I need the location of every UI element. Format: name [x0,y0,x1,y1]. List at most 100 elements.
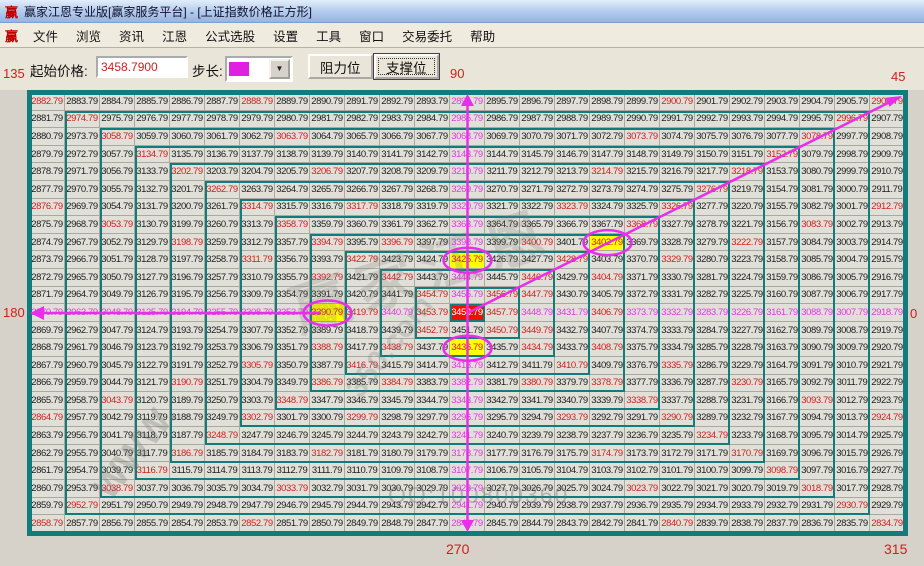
price-cell[interactable]: 3112.79 [275,462,310,481]
price-cell[interactable]: 3348.79 [275,392,310,410]
price-cell[interactable]: 2932.79 [765,497,800,516]
price-cell[interactable]: 3082.79 [800,198,835,217]
price-cell[interactable]: 3210.79 [450,163,485,181]
price-cell[interactable]: 2928.79 [870,480,905,498]
price-cell[interactable]: 3200.79 [170,198,205,217]
price-cell[interactable]: 2858.79 [30,515,65,533]
price-cell[interactable]: 3221.79 [730,216,765,234]
price-cell[interactable]: 3365.79 [520,216,555,234]
price-cell[interactable]: 3396.79 [380,233,415,252]
price-cell[interactable]: 3216.79 [660,163,695,181]
price-cell[interactable]: 3415.79 [380,356,415,375]
price-cell[interactable]: 2886.79 [170,93,205,111]
price-cell[interactable]: 3162.79 [765,321,800,340]
price-cell[interactable]: 3132.79 [135,180,170,199]
price-cell[interactable]: 3161.79 [765,304,800,322]
price-cell[interactable]: 3361.79 [380,216,415,234]
price-cell[interactable]: 3304.79 [240,374,275,393]
price-cell[interactable]: 3145.79 [520,145,555,164]
price-cell[interactable]: 3151.79 [730,145,765,164]
price-cell[interactable]: 2976.79 [135,110,170,129]
price-cell[interactable]: 3011.79 [835,374,870,393]
price-cell[interactable]: 3340.79 [555,392,590,410]
price-cell[interactable]: 3237.79 [590,427,625,445]
price-cell[interactable]: 3327.79 [660,216,695,234]
price-cell[interactable]: 2901.79 [695,93,730,111]
price-cell[interactable]: 2931.79 [800,497,835,516]
price-cell[interactable]: 3409.79 [590,356,625,375]
price-cell[interactable]: 2970.79 [65,180,100,199]
price-cell[interactable]: 2964.79 [65,286,100,305]
price-cell[interactable]: 3215.79 [625,163,660,181]
price-cell[interactable]: 3280.79 [695,251,730,269]
price-cell[interactable]: 3284.79 [695,321,730,340]
price-cell[interactable]: 3071.79 [555,128,590,146]
price-cell[interactable]: 3315.79 [275,198,310,217]
price-cell[interactable]: 2861.79 [30,462,65,481]
price-cell[interactable]: 3301.79 [275,409,310,428]
price-cell[interactable]: 3068.79 [450,128,485,146]
price-cell[interactable]: 2929.79 [870,497,905,516]
price-cell[interactable]: 2908.79 [870,128,905,146]
price-cell[interactable]: 3087.79 [800,286,835,305]
price-cell[interactable]: 2972.79 [65,145,100,164]
price-cell[interactable]: 3394.79 [310,233,345,252]
price-cell[interactable]: 3226.79 [730,304,765,322]
price-cell[interactable]: 3062.79 [240,128,275,146]
price-cell[interactable]: 3173.79 [625,444,660,463]
price-cell[interactable]: 3101.79 [660,462,695,481]
price-cell[interactable]: 3124.79 [135,321,170,340]
price-cell[interactable]: 2967.79 [65,233,100,252]
price-cell[interactable]: 3455.79 [450,286,485,305]
price-cell[interactable]: 2975.79 [100,110,135,129]
price-cell[interactable]: 3056.79 [100,163,135,181]
price-cell[interactable]: 3092.79 [800,374,835,393]
price-cell[interactable]: 2840.79 [660,515,695,533]
price-cell[interactable]: 2847.79 [415,515,450,533]
price-cell[interactable]: 3400.79 [520,233,555,252]
price-cell[interactable]: 3439.79 [380,321,415,340]
price-cell[interactable]: 3118.79 [135,427,170,445]
price-cell[interactable]: 3191.79 [170,356,205,375]
price-cell[interactable]: 2870.79 [30,304,65,322]
price-cell[interactable]: 3261.79 [205,198,240,217]
price-cell[interactable]: 2957.79 [65,409,100,428]
price-cell[interactable]: 3287.79 [695,374,730,393]
price-cell[interactable]: 2852.79 [240,515,275,533]
price-cell[interactable]: 3417.79 [345,339,380,357]
price-cell[interactable]: 2894.79 [450,93,485,111]
price-cell[interactable]: 2834.79 [870,515,905,533]
price-cell[interactable]: 2980.79 [275,110,310,129]
price-cell[interactable]: 3105.79 [520,462,555,481]
price-cell[interactable]: 3305.79 [240,356,275,375]
price-cell[interactable]: 3252.79 [205,356,240,375]
price-cell[interactable]: 2983.79 [380,110,415,129]
price-cell[interactable]: 3312.79 [240,233,275,252]
menu-item-5[interactable]: 设置 [264,23,307,48]
price-cell[interactable]: 3066.79 [380,128,415,146]
price-cell[interactable]: 2959.79 [65,374,100,393]
price-cell[interactable]: 3164.79 [765,356,800,375]
menu-item-3[interactable]: 江恩 [153,23,196,48]
price-cell[interactable]: 2946.79 [275,497,310,516]
price-cell[interactable]: 2911.79 [870,180,905,199]
price-cell[interactable]: 2903.79 [765,93,800,111]
price-cell[interactable]: 2930.79 [835,497,870,516]
price-cell[interactable]: 3040.79 [100,444,135,463]
price-cell[interactable]: 3369.79 [625,233,660,252]
price-cell[interactable]: 3313.79 [240,216,275,234]
price-cell[interactable]: 3219.79 [730,180,765,199]
title-bar[interactable]: 赢 赢家江恩专业版[赢家服务平台] - [上证指数价格正方形] [0,0,924,23]
price-cell[interactable]: 2898.79 [590,93,625,111]
price-cell[interactable]: 3425.79 [450,251,485,269]
price-cell[interactable]: 3089.79 [800,321,835,340]
price-cell[interactable]: 3217.79 [695,163,730,181]
price-cell[interactable]: 3076.79 [730,128,765,146]
price-cell[interactable]: 3424.79 [415,251,450,269]
price-cell[interactable]: 3063.79 [275,128,310,146]
price-cell[interactable]: 3335.79 [660,356,695,375]
price-cell[interactable]: 2867.79 [30,356,65,375]
price-cell[interactable]: 3229.79 [730,356,765,375]
price-cell[interactable]: 3196.79 [170,268,205,287]
price-cell[interactable]: 2919.79 [870,321,905,340]
